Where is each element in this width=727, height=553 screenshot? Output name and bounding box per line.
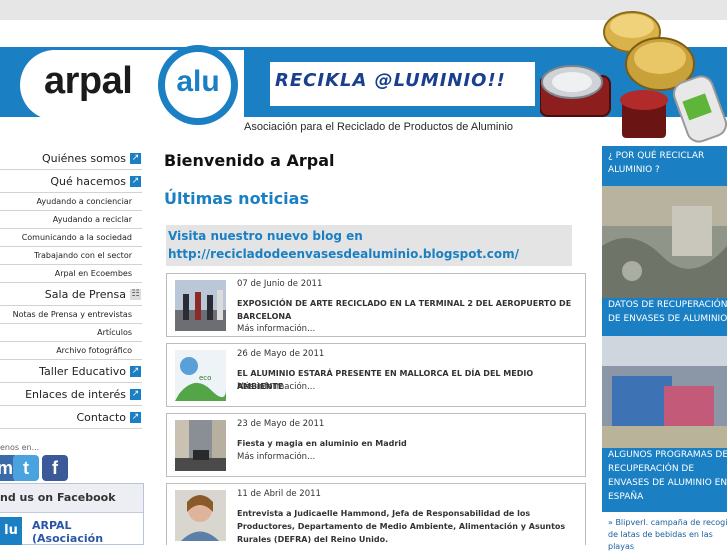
sidebar-item[interactable]: Enlaces de interés ↗ [0,383,142,406]
sidebar-subitem[interactable]: Trabajando con el sector [0,247,142,265]
sidebar-item-label: Archivo fotográfico [56,346,132,355]
logo-wordmark[interactable]: arpal [44,60,133,103]
sidebar-item[interactable]: Qué hacemos ↗ [0,170,142,193]
social-icons: m t f [0,455,72,481]
arrow-icon: ↗ [130,365,141,377]
arrow-icon: ↗ [130,411,141,423]
facebook-box-header: nd us on Facebook [0,484,143,513]
sidebar-item[interactable]: Sala de Prensa ☷ [0,283,142,306]
why-recycle-link[interactable]: ¿ POR QUÉ RECICLAR ALUMINIO ? [608,149,727,177]
news-more-link[interactable]: Más información... [237,324,315,334]
header-subtitle: Asociación para el Reciclado de Producto… [244,121,514,133]
news-title[interactable]: EXPOSICIÓN DE ARTE RECICLADO EN LA TERMI… [237,297,577,323]
news-more-link[interactable]: Más información... [237,452,315,462]
sidebar-item-label: Ayudando a reciclar [52,215,132,224]
sidebar-subitem[interactable]: Artículos [0,324,142,342]
recovery-programs-link[interactable]: ALGUNOS PROGRAMAS DE RECUPERACIÓN DE ENV… [608,448,727,504]
follow-us-label: enos en... [0,443,40,452]
news-thumbnail[interactable] [175,280,226,331]
news-date: 07 de Junio de 2011 [237,279,323,289]
page-title: Bienvenido a Arpal [164,151,335,170]
sidebar-item-label: Arpal en Ecoembes [54,269,132,278]
sidebar-subitem[interactable]: Ayudando a reciclar [0,211,142,229]
blog-link-text[interactable]: Visita nuestro nuevo blog en [168,229,363,243]
sidebar-item-label: Artículos [97,328,132,337]
sidebar-item-label: Trabajando con el sector [34,251,132,260]
news-thumbnail[interactable] [175,420,226,471]
news-title[interactable]: Entrevista a Judicaelle Hammond, Jefa de… [237,507,577,546]
logo-alu-text: alu [176,65,220,98]
slogan: RECIKLA @LUMINIO!! [275,70,506,91]
news-date: 23 de Mayo de 2011 [237,419,325,429]
twitter-icon[interactable]: t [13,455,39,481]
sidebar-item[interactable]: Taller Educativo ↗ [0,360,142,383]
facebook-page-row[interactable]: lu ARPAL (Asociación [0,513,143,545]
news-thumbnail[interactable] [175,490,226,541]
sidebar-item-label: Enlaces de interés [25,387,126,401]
facebook-icon[interactable]: f [42,455,68,481]
facebook-page-avatar[interactable]: lu [0,517,22,545]
campaign-link[interactable]: » Blipverl. campaña de recogida de latas… [608,517,727,553]
right-news-footer: » Blipverl. campaña de recogida de latas… [602,512,727,551]
blog-link-url[interactable]: http://recicladodeenvasesdealuminio.blog… [168,247,519,261]
logo-alu-circle[interactable]: alu [158,45,238,125]
sidebar-item[interactable]: Contacto ↗ [0,406,142,429]
sidebar-item[interactable]: Quiénes somos ↗ [0,147,142,170]
aluminium-containers-image [540,11,727,143]
newspaper-icon: ☷ [130,288,141,300]
sidebar-subitem[interactable]: Arpal en Ecoembes [0,265,142,283]
news-item[interactable]: 11 de Abril de 2011 Entrevista a Judicae… [166,483,586,545]
facebook-page-name[interactable]: ARPAL (Asociación [32,519,103,545]
news-item[interactable]: eco 26 de Mayo de 2011 EL ALUMINIO ESTAR… [166,343,586,407]
sidebar-item-label: Sala de Prensa [44,287,126,301]
news-date: 26 de Mayo de 2011 [237,349,325,359]
news-item[interactable]: 23 de Mayo de 2011 Fiesta y magia en alu… [166,413,586,477]
sidebar-item-label: Quiénes somos [41,151,126,165]
news-thumbnail[interactable]: eco [175,350,226,401]
svg-text:eco: eco [199,374,211,382]
sidebar-nav: Quiénes somos ↗ Qué hacemos ↗ Ayudando a con… [0,147,142,429]
sidebar-subitem[interactable]: Archivo fotográfico [0,342,142,360]
news-title[interactable]: Fiesta y magia en aluminio en Madrid [237,437,577,450]
sidebar-subitem[interactable]: Ayudando a concienciar [0,193,142,211]
news-item[interactable]: 07 de Junio de 2011 EXPOSICIÓN DE ARTE R… [166,273,586,337]
right-promo-column: ¿ POR QUÉ RECICLAR ALUMINIO ? DATOS DE R… [602,146,727,545]
sidebar-subitem[interactable]: Comunicando a la sociedad [0,229,142,247]
recovery-data-link[interactable]: DATOS DE RECUPERACIÓN DE ENVASES DE ALUM… [608,298,727,326]
sidebar-item-label: Contacto [76,410,126,424]
sidebar-item-label: Notas de Prensa y entrevistas [12,310,132,319]
news-more-link[interactable]: Más información... [237,382,315,392]
recycling-plant-image[interactable] [602,186,727,298]
sidebar-item-label: Qué hacemos [50,174,126,188]
arrow-icon: ↗ [130,152,141,164]
sidebar-item-label: Taller Educativo [39,364,126,378]
arrow-icon: ↗ [130,175,141,187]
sidebar-subitem[interactable]: Notas de Prensa y entrevistas [0,306,142,324]
sidebar-item-label: Ayudando a concienciar [36,197,132,206]
arrow-icon: ↗ [130,388,141,400]
sidebar-item-label: Comunicando a la sociedad [21,233,132,242]
news-heading: Últimas noticias [164,189,309,208]
news-date: 11 de Abril de 2011 [237,489,321,499]
collection-containers-image[interactable] [602,336,727,448]
facebook-like-box: nd us on Facebook lu ARPAL (Asociación [0,483,144,545]
